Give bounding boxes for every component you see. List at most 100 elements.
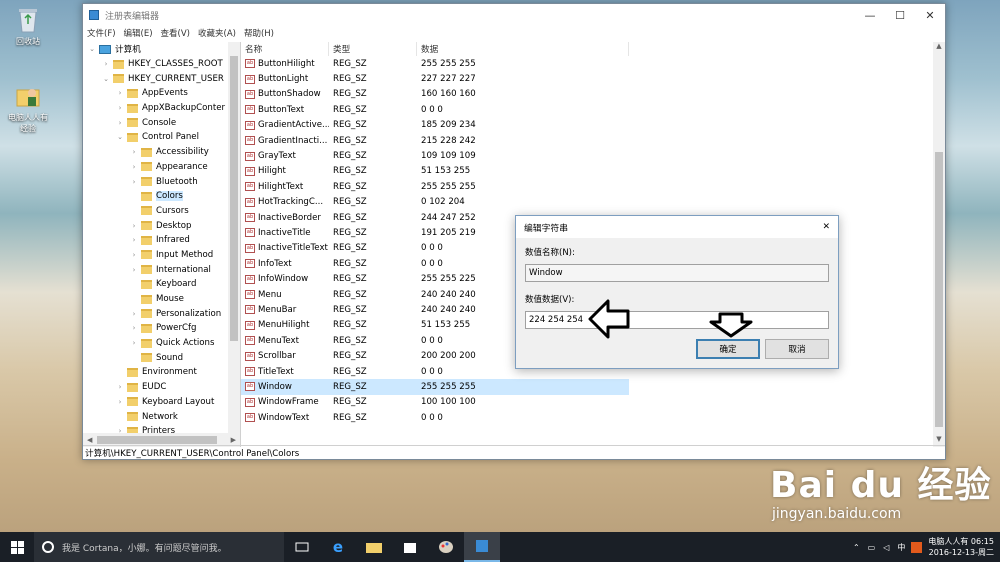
- tree-item[interactable]: Mouse: [83, 292, 240, 307]
- value-row[interactable]: ab Window REG_SZ 255 255 255: [241, 379, 629, 395]
- tree-item[interactable]: ⌄ HKEY_CURRENT_USER: [83, 71, 240, 86]
- menu-favorites[interactable]: 收藏夹(A): [198, 27, 236, 39]
- tree-item[interactable]: › Appearance: [83, 160, 240, 175]
- tree-item[interactable]: › Bluetooth: [83, 174, 240, 189]
- column-header-type[interactable]: 类型: [329, 42, 417, 56]
- chevron-down-icon[interactable]: ⌄: [115, 133, 125, 141]
- value-row[interactable]: ab ButtonLight REG_SZ 227 227 227: [241, 71, 945, 86]
- clock-date: 2016-12-13-周二: [928, 548, 994, 557]
- task-view-button[interactable]: [284, 532, 320, 562]
- chevron-right-icon[interactable]: ›: [129, 324, 139, 332]
- menu-edit[interactable]: 编辑(E): [124, 27, 153, 39]
- network-icon[interactable]: ▭: [868, 543, 876, 552]
- close-button[interactable]: ✕: [915, 4, 945, 26]
- value-row[interactable]: ab WindowText REG_SZ 0 0 0: [241, 410, 945, 425]
- tree-item[interactable]: › Desktop: [83, 218, 240, 233]
- string-value-icon: ab: [245, 259, 255, 269]
- tree-item[interactable]: ⌄ 计算机: [83, 42, 240, 57]
- tree-vertical-scrollbar[interactable]: [228, 42, 240, 433]
- dialog-title-bar[interactable]: 编辑字符串 ✕: [516, 216, 838, 238]
- taskbar-app-regedit[interactable]: [464, 532, 500, 562]
- tree-item[interactable]: › Accessibility: [83, 145, 240, 160]
- minimize-button[interactable]: —: [855, 4, 885, 26]
- value-name-field[interactable]: Window: [525, 264, 829, 282]
- tree-item[interactable]: › Infrared: [83, 233, 240, 248]
- tree-item[interactable]: Environment: [83, 365, 240, 380]
- cancel-button[interactable]: 取消: [765, 339, 829, 359]
- desktop-icon-user-folder[interactable]: 电脑人人有 经验: [6, 82, 50, 134]
- chevron-right-icon[interactable]: ›: [129, 339, 139, 347]
- chevron-down-icon[interactable]: ⌄: [101, 75, 111, 83]
- tree-item[interactable]: › Personalization: [83, 306, 240, 321]
- tree-item[interactable]: Cursors: [83, 204, 240, 219]
- chevron-right-icon[interactable]: ›: [129, 310, 139, 318]
- tree-item[interactable]: Network: [83, 409, 240, 424]
- cortana-search-box[interactable]: 我是 Cortana，小娜。有问题尽管问我。: [34, 532, 284, 562]
- scroll-up-icon[interactable]: ▲: [933, 42, 945, 54]
- chevron-down-icon[interactable]: ⌄: [87, 45, 97, 53]
- value-row[interactable]: ab Hilight REG_SZ 51 153 255: [241, 164, 945, 179]
- chevron-right-icon[interactable]: ›: [115, 89, 125, 97]
- scroll-left-icon[interactable]: ◀: [87, 436, 92, 444]
- tree-item[interactable]: › EUDC: [83, 380, 240, 395]
- clock[interactable]: 电脑人人有 06:15 2016-12-13-周二: [928, 536, 994, 558]
- chevron-right-icon[interactable]: ›: [129, 178, 139, 186]
- scroll-right-icon[interactable]: ▶: [231, 436, 236, 444]
- value-row[interactable]: ab HotTrackingC... REG_SZ 0 102 204: [241, 195, 945, 210]
- value-row[interactable]: ab GradientActive... REG_SZ 185 209 234: [241, 118, 945, 133]
- ok-button[interactable]: 确定: [696, 339, 760, 359]
- value-row[interactable]: ab ButtonHilight REG_SZ 255 255 255: [241, 56, 945, 71]
- menu-file[interactable]: 文件(F): [87, 27, 116, 39]
- menu-help[interactable]: 帮助(H): [244, 27, 274, 39]
- tree-item[interactable]: › HKEY_CLASSES_ROOT: [83, 57, 240, 72]
- volume-icon[interactable]: ◁: [883, 543, 889, 552]
- chevron-right-icon[interactable]: ›: [129, 236, 139, 244]
- value-row[interactable]: ab GrayText REG_SZ 109 109 109: [241, 148, 945, 163]
- chevron-right-icon[interactable]: ›: [115, 383, 125, 391]
- chevron-right-icon[interactable]: ›: [129, 222, 139, 230]
- folder-icon: [127, 103, 138, 113]
- desktop-icon-recycle-bin[interactable]: 回收站: [6, 6, 50, 47]
- taskbar-app-explorer[interactable]: [356, 532, 392, 562]
- show-hidden-icons-icon[interactable]: ⌃: [853, 543, 860, 552]
- chevron-right-icon[interactable]: ›: [129, 266, 139, 274]
- maximize-button[interactable]: ☐: [885, 4, 915, 26]
- chevron-right-icon[interactable]: ›: [129, 163, 139, 171]
- taskbar-app-paint[interactable]: [428, 532, 464, 562]
- value-data-input[interactable]: 224 254 254: [525, 311, 829, 329]
- list-vertical-scrollbar[interactable]: ▲ ▼: [933, 42, 945, 447]
- value-row[interactable]: ab GradientInacti... REG_SZ 215 228 242: [241, 133, 945, 148]
- tree-item[interactable]: › Keyboard Layout: [83, 395, 240, 410]
- chevron-right-icon[interactable]: ›: [115, 119, 125, 127]
- tree-item[interactable]: › PowerCfg: [83, 321, 240, 336]
- tree-item[interactable]: Sound: [83, 350, 240, 365]
- value-row[interactable]: ab HilightText REG_SZ 255 255 255: [241, 179, 945, 194]
- taskbar-app-store[interactable]: [392, 532, 428, 562]
- value-row[interactable]: ab WindowFrame REG_SZ 100 100 100: [241, 395, 945, 410]
- chevron-right-icon[interactable]: ›: [129, 148, 139, 156]
- value-row[interactable]: ab ButtonShadow REG_SZ 160 160 160: [241, 87, 945, 102]
- chevron-right-icon[interactable]: ›: [115, 398, 125, 406]
- tree-item[interactable]: › AppEvents: [83, 86, 240, 101]
- tree-item[interactable]: › Console: [83, 115, 240, 130]
- taskbar-app-edge[interactable]: e: [320, 532, 356, 562]
- title-bar[interactable]: 注册表编辑器 — ☐ ✕: [83, 4, 945, 26]
- tree-item[interactable]: › Input Method: [83, 248, 240, 263]
- tree-item[interactable]: › International: [83, 262, 240, 277]
- menu-view[interactable]: 查看(V): [161, 27, 190, 39]
- tree-item[interactable]: Keyboard: [83, 277, 240, 292]
- ime-indicator[interactable]: 中: [897, 542, 905, 553]
- chevron-right-icon[interactable]: ›: [101, 60, 111, 68]
- column-header-data[interactable]: 数据: [417, 42, 629, 56]
- dialog-close-icon[interactable]: ✕: [823, 222, 830, 232]
- sogou-ime-icon[interactable]: [911, 541, 923, 553]
- value-row[interactable]: ab ButtonText REG_SZ 0 0 0: [241, 102, 945, 117]
- column-header-name[interactable]: 名称: [241, 42, 329, 56]
- tree-item[interactable]: › Quick Actions: [83, 336, 240, 351]
- start-button[interactable]: [0, 532, 34, 562]
- tree-item[interactable]: Colors: [83, 189, 240, 204]
- tree-item[interactable]: › AppXBackupConter: [83, 101, 240, 116]
- chevron-right-icon[interactable]: ›: [115, 104, 125, 112]
- tree-item[interactable]: ⌄ Control Panel: [83, 130, 240, 145]
- chevron-right-icon[interactable]: ›: [129, 251, 139, 259]
